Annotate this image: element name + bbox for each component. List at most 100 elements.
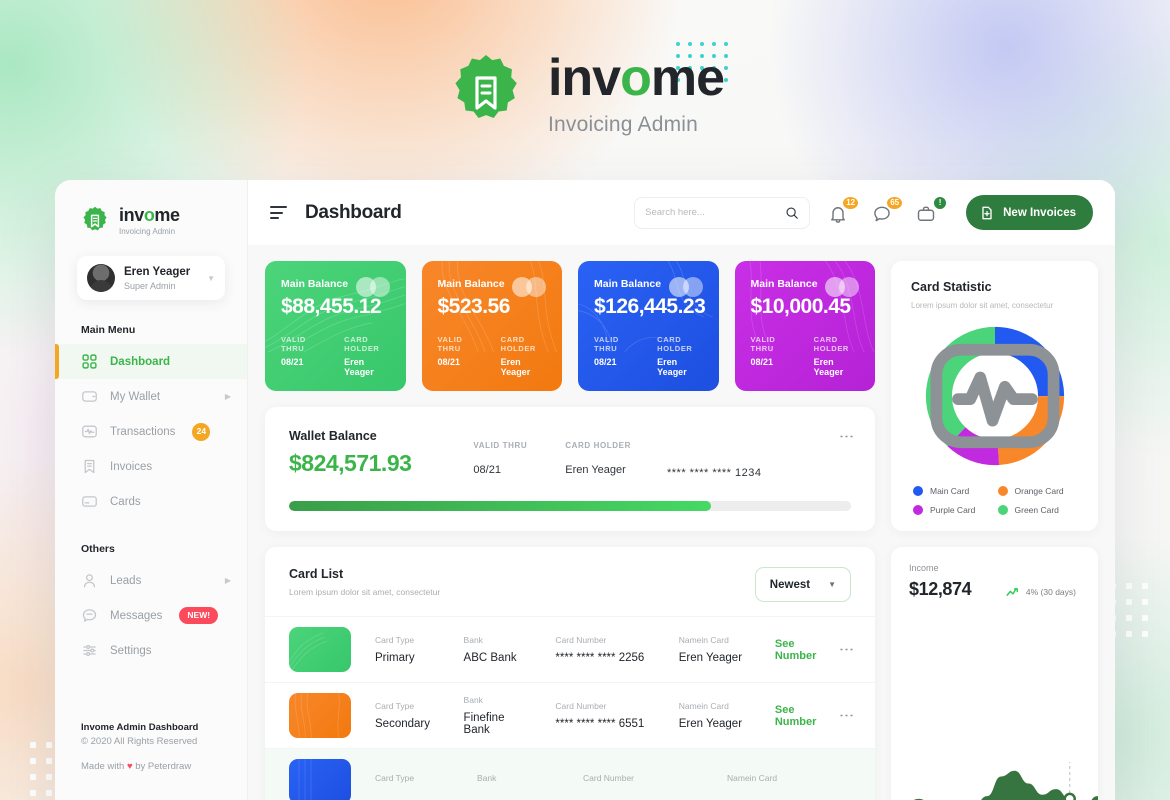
card-list-row[interactable]: Card Type Primary Bank ABC Bank Card Numbe… bbox=[265, 616, 875, 682]
wallet-more-options-icon[interactable]: ⋮ bbox=[838, 429, 855, 444]
card-list-sort-dropdown[interactable]: Newest ▼ bbox=[754, 567, 851, 602]
messages-badge: NEW! bbox=[179, 606, 219, 625]
col-bank: Bank bbox=[477, 773, 497, 783]
card-wave-pattern bbox=[298, 759, 312, 800]
wallet-valid-thru-value: 08/21 bbox=[473, 464, 501, 476]
topbar: Dashboard 12 65 bbox=[248, 180, 1115, 245]
sidebar-section-main-menu: Main Menu bbox=[81, 324, 136, 336]
col-name-in-card: Namein Card bbox=[678, 635, 729, 645]
card-label: Main Balance bbox=[594, 278, 662, 290]
new-invoices-label: New Invoices bbox=[1003, 206, 1076, 219]
sidebar-item-my-wallet[interactable]: My Wallet ▶ bbox=[55, 379, 247, 414]
card-amount: $88,455.12 bbox=[281, 295, 382, 318]
chevron-right-icon: ▶ bbox=[224, 576, 231, 585]
profile-role: Super Admin bbox=[124, 280, 176, 291]
sidebar-item-label: Settings bbox=[110, 644, 152, 657]
col-card-number: Card Number bbox=[583, 773, 635, 783]
sidebar-item-transactions[interactable]: Transactions 24 bbox=[55, 414, 247, 449]
sidebar-logo-icon bbox=[83, 206, 107, 231]
messages-button[interactable]: 65 bbox=[872, 194, 905, 226]
card-label: Main Balance bbox=[281, 278, 349, 290]
invoice-icon bbox=[84, 459, 95, 474]
card-list-row[interactable]: Card Type Secondary Bank Finefine Bank Car… bbox=[265, 682, 875, 748]
cell-card-number: **** **** **** 6551 bbox=[555, 718, 645, 730]
card-list-subtitle: Lorem ipsum dolor sit amet, consectetur bbox=[289, 587, 441, 597]
brand-tagline: Invoicing Admin bbox=[547, 113, 699, 136]
income-marker-dot bbox=[1063, 792, 1076, 800]
notifications-bell-button[interactable]: 12 bbox=[828, 194, 861, 226]
sidebar-item-label: Invoices bbox=[110, 460, 153, 473]
sidebar-item-dashboard[interactable]: Dashboard bbox=[55, 344, 247, 379]
valid-thru-value: 08/21 bbox=[750, 357, 774, 367]
col-card-number: Card Number bbox=[555, 635, 607, 645]
chevron-right-icon: ▶ bbox=[224, 392, 231, 401]
wallet-progress-fill bbox=[289, 501, 711, 511]
sidebar-item-invoices[interactable]: Invoices bbox=[55, 449, 247, 484]
chat-icon bbox=[82, 609, 97, 622]
chevron-down-icon: ▼ bbox=[828, 580, 836, 589]
legend-swatch bbox=[997, 505, 1008, 515]
sidebar-item-leads[interactable]: Leads ▶ bbox=[55, 563, 247, 598]
search-box[interactable] bbox=[634, 196, 811, 229]
row-more-options-icon[interactable]: ⋮ bbox=[838, 708, 855, 723]
balance-card[interactable]: Main Balance $88,455.12 VALID THRU 08/21 … bbox=[265, 261, 406, 391]
grid-icon bbox=[82, 354, 97, 369]
card-list-panel: Card List Lorem ipsum dolor sit amet, co… bbox=[265, 547, 875, 800]
search-icon[interactable] bbox=[785, 206, 799, 220]
briefcase-button[interactable]: ! bbox=[916, 194, 949, 226]
income-delta-text: 4% (30 days) bbox=[1025, 587, 1076, 597]
legend-item: Orange Card bbox=[997, 486, 1077, 496]
balance-card[interactable]: Main Balance $126,445.23 VALID THRU 08/21… bbox=[578, 261, 719, 391]
search-input[interactable] bbox=[645, 207, 780, 218]
wallet-balance-title: Wallet Balance bbox=[289, 429, 377, 443]
card-holder-value: Eren Yeager bbox=[657, 357, 687, 377]
new-invoices-button[interactable]: New Invoices bbox=[966, 195, 1093, 230]
see-number-link[interactable]: See Number bbox=[775, 638, 828, 662]
transactions-badge: 24 bbox=[192, 422, 211, 441]
sidebar-item-cards[interactable]: Cards bbox=[55, 484, 247, 519]
card-list-title: Card List bbox=[289, 567, 344, 581]
valid-thru-label: VALID THRU bbox=[437, 335, 463, 353]
legend-swatch bbox=[913, 486, 923, 496]
card-thumbnail bbox=[289, 627, 351, 672]
income-label: Income bbox=[909, 563, 939, 573]
wallet-valid-thru-label: VALID THRU bbox=[473, 441, 528, 450]
sidebar-section-others: Others bbox=[81, 543, 115, 555]
sidebar-item-label: Cards bbox=[110, 495, 141, 508]
main-area: Dashboard 12 65 bbox=[248, 180, 1115, 800]
footer-credit: Made with ♥ by Peterdraw bbox=[81, 761, 192, 772]
sidebar-item-messages[interactable]: Messages NEW! bbox=[55, 598, 247, 633]
briefcase-badge: ! bbox=[932, 194, 949, 211]
menu-toggle-icon[interactable] bbox=[270, 206, 287, 219]
card-icon bbox=[82, 496, 97, 507]
legend-item: Purple Card bbox=[913, 505, 992, 515]
app-window: invome Invoicing Admin Eren Yeager Super… bbox=[55, 180, 1115, 800]
cell-name-in-card: Eren Yeager bbox=[678, 652, 743, 664]
sidebar-item-label: Messages bbox=[110, 609, 163, 622]
row-more-options-icon[interactable]: ⋮ bbox=[838, 642, 855, 657]
chevron-down-icon[interactable]: ▼ bbox=[207, 274, 215, 283]
sidebar-logo[interactable]: invome Invoicing Admin bbox=[55, 198, 247, 236]
sidebar-item-settings[interactable]: Settings bbox=[55, 633, 247, 668]
wallet-card-holder-value: Eren Yeager bbox=[565, 464, 626, 476]
card-holder-value: Eren Yeager bbox=[813, 357, 844, 377]
dashboard-content: Main Balance $88,455.12 VALID THRU 08/21 … bbox=[248, 245, 1115, 800]
card-list-row[interactable]: Card Type Bank Card Number Namein Card bbox=[265, 748, 875, 800]
col-card-type: Card Type bbox=[375, 701, 415, 711]
sliders-icon bbox=[83, 644, 96, 657]
col-name-in-card: Namein Card bbox=[727, 773, 778, 783]
col-bank: Bank bbox=[463, 695, 483, 705]
balance-card[interactable]: Main Balance $523.56 VALID THRU 08/21 CAR… bbox=[421, 261, 562, 391]
legend-item: Main Card bbox=[913, 486, 992, 496]
card-wave-pattern bbox=[294, 693, 340, 738]
see-number-link[interactable]: See Number bbox=[775, 704, 828, 728]
balance-card[interactable]: Main Balance $10,000.45 VALID THRU 08/21 … bbox=[734, 261, 875, 391]
user-profile-card[interactable]: Eren Yeager Super Admin ▼ bbox=[77, 256, 225, 300]
col-card-type: Card Type bbox=[375, 635, 415, 645]
cell-name-in-card: Eren Yeager bbox=[678, 718, 743, 730]
wallet-card-holder-label: CARD HOLDER bbox=[565, 441, 631, 450]
cell-card-number: **** **** **** 2256 bbox=[555, 652, 645, 664]
card-holder-label: CARD HOLDER bbox=[344, 335, 380, 353]
brand-badge-icon bbox=[446, 53, 526, 133]
legend-item: Green Card bbox=[997, 505, 1077, 515]
